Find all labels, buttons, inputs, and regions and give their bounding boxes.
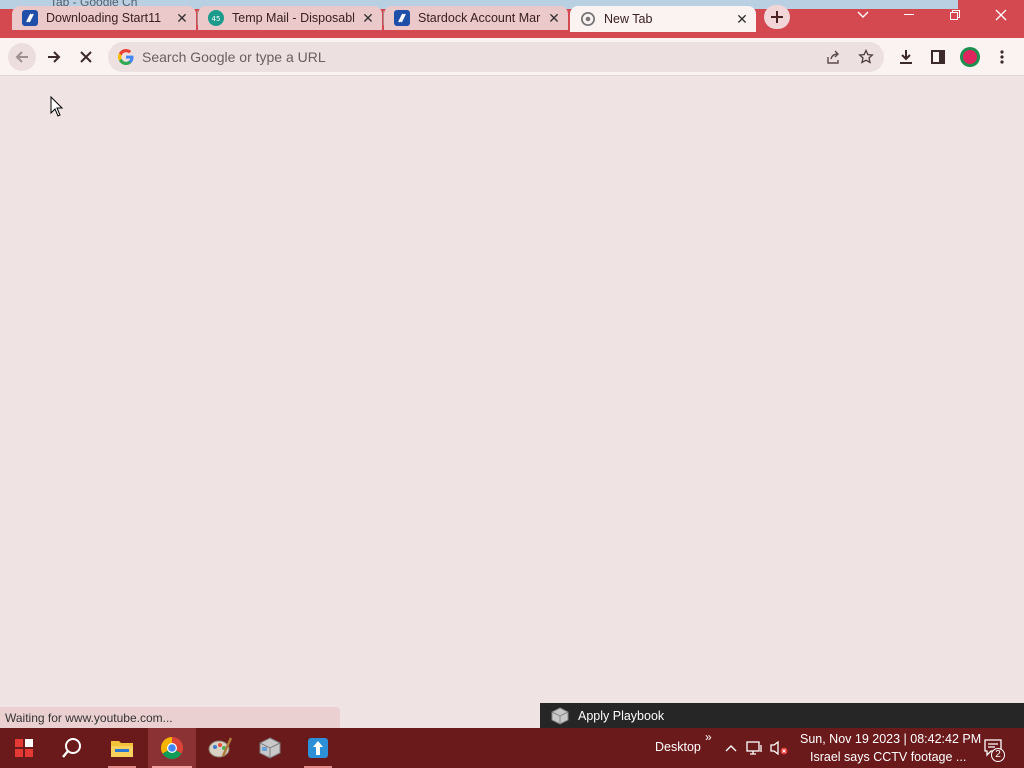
news-ticker[interactable]: Israel says CCTV footage ... — [810, 750, 966, 764]
chrome-icon — [161, 737, 183, 759]
package-icon — [551, 706, 569, 725]
network-icon[interactable] — [745, 738, 765, 758]
forward-button[interactable] — [40, 43, 68, 71]
apply-playbook-notification[interactable]: Apply Playbook — [540, 703, 1024, 728]
back-button[interactable] — [8, 43, 36, 71]
stardock-icon — [22, 10, 38, 26]
taskbar: Desktop » Sun, Nov 19 2023 | 08:42:42 PM… — [0, 728, 1024, 768]
show-hidden-icons-button[interactable] — [721, 738, 741, 758]
notification-label: Apply Playbook — [578, 708, 665, 723]
start-button[interactable] — [0, 728, 48, 768]
close-tab-icon[interactable]: ✕ — [174, 10, 190, 26]
taskbar-paint-app[interactable] — [196, 728, 244, 768]
new-tab-button[interactable] — [764, 5, 790, 29]
chrome-menu-button[interactable] — [988, 43, 1016, 71]
omnibox-input[interactable] — [142, 42, 822, 72]
share-icon[interactable] — [824, 47, 844, 67]
taskbar-chrome[interactable] — [148, 728, 196, 768]
plus-icon — [771, 11, 783, 23]
restore-button[interactable] — [932, 0, 978, 30]
package-icon — [259, 737, 281, 759]
tab-new-tab[interactable]: New Tab ✕ — [570, 6, 756, 32]
close-icon — [995, 9, 1007, 21]
close-tab-icon[interactable]: ✕ — [360, 10, 376, 26]
side-panel-icon — [931, 50, 945, 64]
volume-muted-icon[interactable] — [769, 738, 789, 758]
stardock-icon — [394, 10, 410, 26]
close-tab-icon[interactable]: ✕ — [546, 10, 562, 26]
close-window-button[interactable] — [978, 0, 1024, 30]
clock[interactable]: Sun, Nov 19 2023 | 08:42:42 PM — [800, 732, 981, 746]
download-icon — [900, 50, 912, 64]
minimize-button[interactable] — [886, 0, 932, 30]
downloads-button[interactable] — [892, 43, 920, 71]
address-bar[interactable] — [108, 42, 884, 72]
upload-app-icon — [308, 738, 328, 758]
profile-button[interactable] — [956, 43, 984, 71]
chrome-icon — [580, 11, 596, 27]
stop-loading-button[interactable] — [72, 43, 100, 71]
tempmail-icon: 45 — [208, 10, 224, 26]
toolbar-overflow-chevron[interactable]: » — [705, 730, 712, 744]
arrow-left-icon — [15, 51, 28, 63]
desktop-toolbar-label[interactable]: Desktop — [655, 740, 701, 754]
taskbar-installer-app[interactable] — [294, 728, 342, 768]
tab-title: Stardock Account Mar — [418, 11, 541, 25]
tab-search-button[interactable] — [840, 0, 886, 30]
google-icon — [118, 49, 134, 65]
avatar — [960, 47, 980, 67]
minimize-icon — [904, 14, 914, 15]
arrow-right-icon — [48, 51, 61, 63]
notification-count-badge: 2 — [991, 748, 1005, 762]
page-content — [0, 77, 1024, 728]
chevron-down-icon — [857, 11, 869, 18]
close-tab-icon[interactable]: ✕ — [734, 11, 750, 27]
tab-strip: Tab - Google Ch Downloading Start11 ✕ 45… — [0, 0, 1024, 38]
chevron-up-icon — [725, 745, 737, 752]
star-icon[interactable] — [856, 47, 876, 67]
side-panel-button[interactable] — [924, 43, 952, 71]
svg-text:45: 45 — [212, 15, 221, 23]
taskbar-file-explorer[interactable] — [98, 728, 146, 768]
tab-stardock-account[interactable]: Stardock Account Mar ✕ — [384, 6, 568, 30]
folder-icon — [111, 741, 133, 757]
status-bubble: Waiting for www.youtube.com... — [0, 707, 340, 728]
mouse-pointer-icon — [50, 96, 64, 117]
tab-title: New Tab — [604, 12, 653, 26]
restore-icon — [950, 10, 960, 20]
palette-icon — [208, 737, 233, 758]
tab-downloading-start11[interactable]: Downloading Start11 ✕ — [12, 6, 196, 30]
tab-title: Temp Mail - Disposabl — [232, 11, 355, 25]
windows-logo-icon — [15, 739, 33, 757]
more-vertical-icon — [1000, 50, 1004, 64]
close-icon — [80, 51, 92, 63]
browser-toolbar — [0, 38, 1024, 76]
tab-title: Downloading Start11 — [46, 11, 162, 25]
taskbar-package-app[interactable] — [246, 728, 294, 768]
search-button[interactable] — [48, 728, 96, 768]
search-icon — [62, 738, 81, 758]
tab-temp-mail[interactable]: 45 Temp Mail - Disposabl ✕ — [198, 6, 382, 30]
